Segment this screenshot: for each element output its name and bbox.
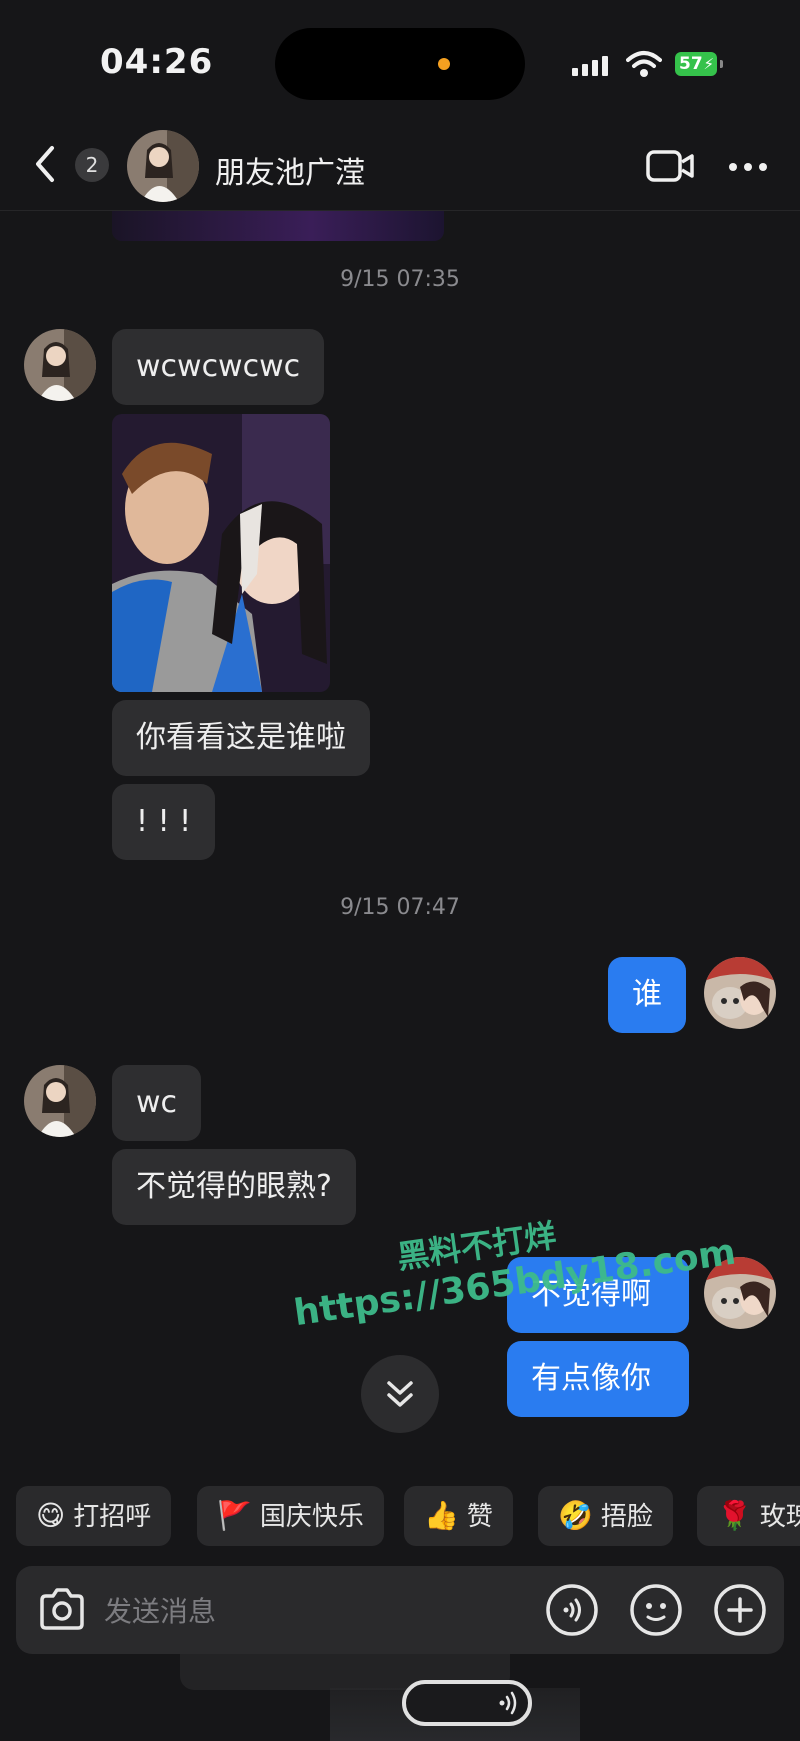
status-bar: 04:26 57 ⚡	[0, 0, 800, 120]
contact-message-avatar[interactable]	[24, 1065, 96, 1137]
floating-voice-pill[interactable]	[402, 1680, 532, 1726]
image-message[interactable]	[112, 414, 330, 692]
laughing-tears-icon: 🤣	[558, 1499, 593, 1532]
timestamp: 9/15 07:35	[340, 267, 460, 292]
wifi-icon	[626, 51, 662, 77]
message-bubble-incoming[interactable]: 不觉得的眼熟?	[112, 1149, 356, 1225]
double-chevron-down-icon	[387, 1381, 413, 1407]
contact-avatar[interactable]	[127, 130, 199, 202]
red-flag-icon: 🚩	[217, 1499, 252, 1532]
yum-face-icon: 😋	[36, 1499, 66, 1532]
contact-name[interactable]: 朋友池广滢	[215, 148, 365, 192]
quick-reply-label: 捂脸	[600, 1502, 653, 1532]
thumbs-up-icon: 👍	[424, 1499, 459, 1532]
message-bubble-incoming[interactable]: ! ! !	[112, 784, 216, 860]
back-icon[interactable]	[30, 144, 60, 184]
cellular-signal-icon	[572, 54, 612, 76]
message-bubble-outgoing[interactable]: 有点像你	[507, 1341, 689, 1417]
dynamic-island	[275, 28, 525, 100]
status-time: 04:26	[100, 42, 214, 82]
rose-icon: 🌹	[717, 1499, 752, 1532]
audio-wave-icon	[499, 1691, 517, 1715]
contact-message-avatar[interactable]	[24, 329, 96, 401]
quick-reply-national-day[interactable]: 🚩 国庆快乐	[197, 1486, 384, 1546]
message-bubble-outgoing[interactable]: 谁	[608, 957, 686, 1033]
quick-reply-label: 打招呼	[73, 1502, 152, 1532]
voice-message-icon[interactable]	[544, 1582, 600, 1638]
battery-icon: 57 ⚡	[675, 52, 723, 76]
unread-count-badge: 2	[75, 148, 109, 182]
chat-header: 2 朋友池广滢	[0, 120, 800, 211]
camera-icon[interactable]	[36, 1584, 88, 1636]
quick-reply-facepalm[interactable]: 🤣 捂脸	[538, 1486, 673, 1546]
quick-reply-bar[interactable]: 😋 打招呼 🚩 国庆快乐 👍 赞 🤣 捂脸 🌹 玫瑰	[0, 1486, 800, 1548]
quick-reply-like[interactable]: 👍 赞	[404, 1486, 513, 1546]
previous-image-message[interactable]	[112, 211, 444, 241]
add-icon[interactable]	[712, 1582, 768, 1638]
my-message-avatar[interactable]	[704, 957, 776, 1029]
quick-reply-rose[interactable]: 🌹 玫瑰	[697, 1486, 800, 1546]
video-call-icon[interactable]	[645, 148, 695, 184]
emoji-icon[interactable]	[628, 1582, 684, 1638]
quick-reply-greet[interactable]: 😋 打招呼	[16, 1486, 172, 1546]
quick-reply-label: 玫瑰	[759, 1502, 800, 1532]
timestamp: 9/15 07:47	[340, 895, 460, 920]
message-input-bar: 发送消息	[16, 1566, 784, 1654]
charging-icon: ⚡	[703, 55, 714, 73]
message-bubble-incoming[interactable]: wcwcwcwc	[112, 329, 325, 405]
message-bubble-incoming[interactable]: wc	[112, 1065, 202, 1141]
recording-indicator-icon	[438, 58, 450, 70]
battery-level: 57	[679, 54, 703, 74]
message-input[interactable]: 发送消息	[104, 1590, 216, 1630]
quick-reply-label: 国庆快乐	[259, 1502, 364, 1532]
scroll-to-bottom-button[interactable]	[361, 1355, 439, 1433]
quick-reply-label: 赞	[466, 1502, 493, 1532]
more-options-icon[interactable]	[728, 162, 768, 172]
message-bubble-incoming[interactable]: 你看看这是谁啦	[112, 700, 370, 776]
